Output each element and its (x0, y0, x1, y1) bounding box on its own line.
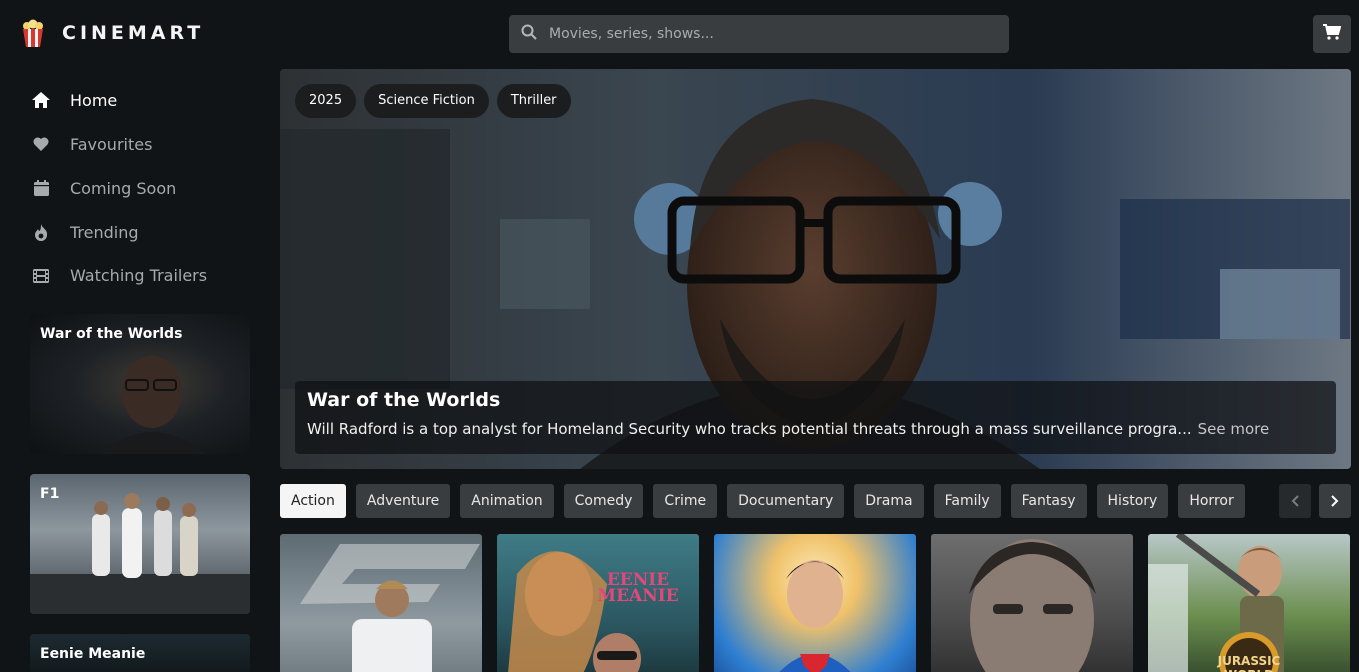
trailer-title: Eenie Meanie (40, 646, 146, 662)
sidebar-item-label: Home (70, 90, 118, 110)
genre-scroll-left-button[interactable] (1279, 484, 1311, 518)
movie-poster-eenie-meanie[interactable]: EENIE MEANIE (497, 534, 699, 672)
genre-chip-fantasy[interactable]: Fantasy (1010, 484, 1087, 518)
sidebar-item-label: Trending (70, 222, 139, 242)
hero-description: Will Radford is a top analyst for Homela… (307, 420, 1192, 438)
search-input[interactable] (549, 26, 1009, 42)
cart-icon (1323, 24, 1342, 44)
tag-genre[interactable]: Thriller (496, 84, 571, 118)
poster-title-text: EENIE MEANIE (597, 570, 679, 606)
hero-tags: 2025 Science Fiction Thriller (295, 84, 571, 118)
poster-image (1148, 534, 1284, 672)
poster-image (300, 544, 480, 672)
movie-poster-f1[interactable] (280, 534, 482, 672)
sidebar-item-home[interactable]: Home (32, 78, 252, 122)
film-icon (32, 267, 50, 285)
hero-info-panel: War of the Worlds Will Radford is a top … (295, 381, 1336, 454)
trailer-card-war-of-the-worlds[interactable]: War of the Worlds (30, 314, 250, 454)
sidebar-item-trending[interactable]: Trending (32, 210, 252, 254)
home-icon (32, 91, 50, 109)
trailer-thumbnail (30, 493, 250, 614)
watching-trailers-heading: Watching Trailers (32, 266, 207, 285)
movie-poster-superman[interactable] (714, 534, 916, 672)
genre-chip-animation[interactable]: Animation (460, 484, 554, 518)
genre-chip-drama[interactable]: Drama (854, 484, 924, 518)
poster-image (779, 560, 851, 672)
tag-genre[interactable]: Science Fiction (364, 84, 489, 118)
watching-trailers-label: Watching Trailers (70, 266, 208, 285)
sidebar-item-label: Coming Soon (70, 178, 177, 198)
genre-chip-history[interactable]: History (1096, 484, 1169, 518)
chevron-left-icon (1291, 492, 1299, 511)
genre-chip-action[interactable]: Action (280, 484, 346, 518)
movie-grid: EENIE MEANIE JURASSIC WORLD (280, 534, 1350, 672)
trailer-card-eenie-meanie[interactable]: Eenie Meanie (30, 634, 250, 672)
chevron-right-icon (1331, 492, 1339, 511)
trailer-title: F1 (40, 486, 60, 502)
see-more-link[interactable]: See more (1198, 420, 1270, 438)
poster-image (969, 539, 1096, 672)
genre-chip-adventure[interactable]: Adventure (355, 484, 451, 518)
brand-logo[interactable]: CINEMART (18, 18, 204, 48)
sidebar-item-favourites[interactable]: Favourites (32, 122, 252, 166)
genre-chip-horror[interactable]: Horror (1178, 484, 1245, 518)
genre-filter: Action Adventure Animation Comedy Crime … (280, 484, 1272, 518)
trailer-title: War of the Worlds (40, 326, 183, 342)
heart-icon (32, 135, 50, 153)
poster-title-text: JURASSIC WORLD (1217, 654, 1281, 672)
sidebar-nav: Home Favourites Coming Soon Trending (32, 78, 252, 254)
brand-name: CINEMART (62, 22, 205, 44)
genre-scroll-right-button[interactable] (1319, 484, 1351, 518)
genre-chip-crime[interactable]: Crime (653, 484, 718, 518)
sidebar-item-coming-soon[interactable]: Coming Soon (32, 166, 252, 210)
hero-banner[interactable]: 2025 Science Fiction Thriller War of the… (280, 69, 1351, 469)
hero-description-row: Will Radford is a top analyst for Homela… (307, 420, 1324, 438)
genre-chip-documentary[interactable]: Documentary (727, 484, 845, 518)
flame-icon (32, 223, 50, 241)
hero-title: War of the Worlds (307, 389, 501, 411)
trailer-card-f1[interactable]: F1 (30, 474, 250, 614)
sidebar-item-label: Favourites (70, 134, 153, 154)
popcorn-icon (18, 18, 48, 48)
search-bar[interactable] (509, 15, 1009, 53)
movie-poster-mission-impossible[interactable] (931, 534, 1133, 672)
search-icon (521, 24, 537, 44)
genre-chip-comedy[interactable]: Comedy (563, 484, 644, 518)
calendar-icon (32, 179, 50, 197)
genre-chip-family[interactable]: Family (933, 484, 1001, 518)
tag-year[interactable]: 2025 (295, 84, 357, 118)
cart-button[interactable] (1313, 15, 1351, 53)
movie-poster-jurassic-world[interactable]: JURASSIC WORLD (1148, 534, 1350, 672)
